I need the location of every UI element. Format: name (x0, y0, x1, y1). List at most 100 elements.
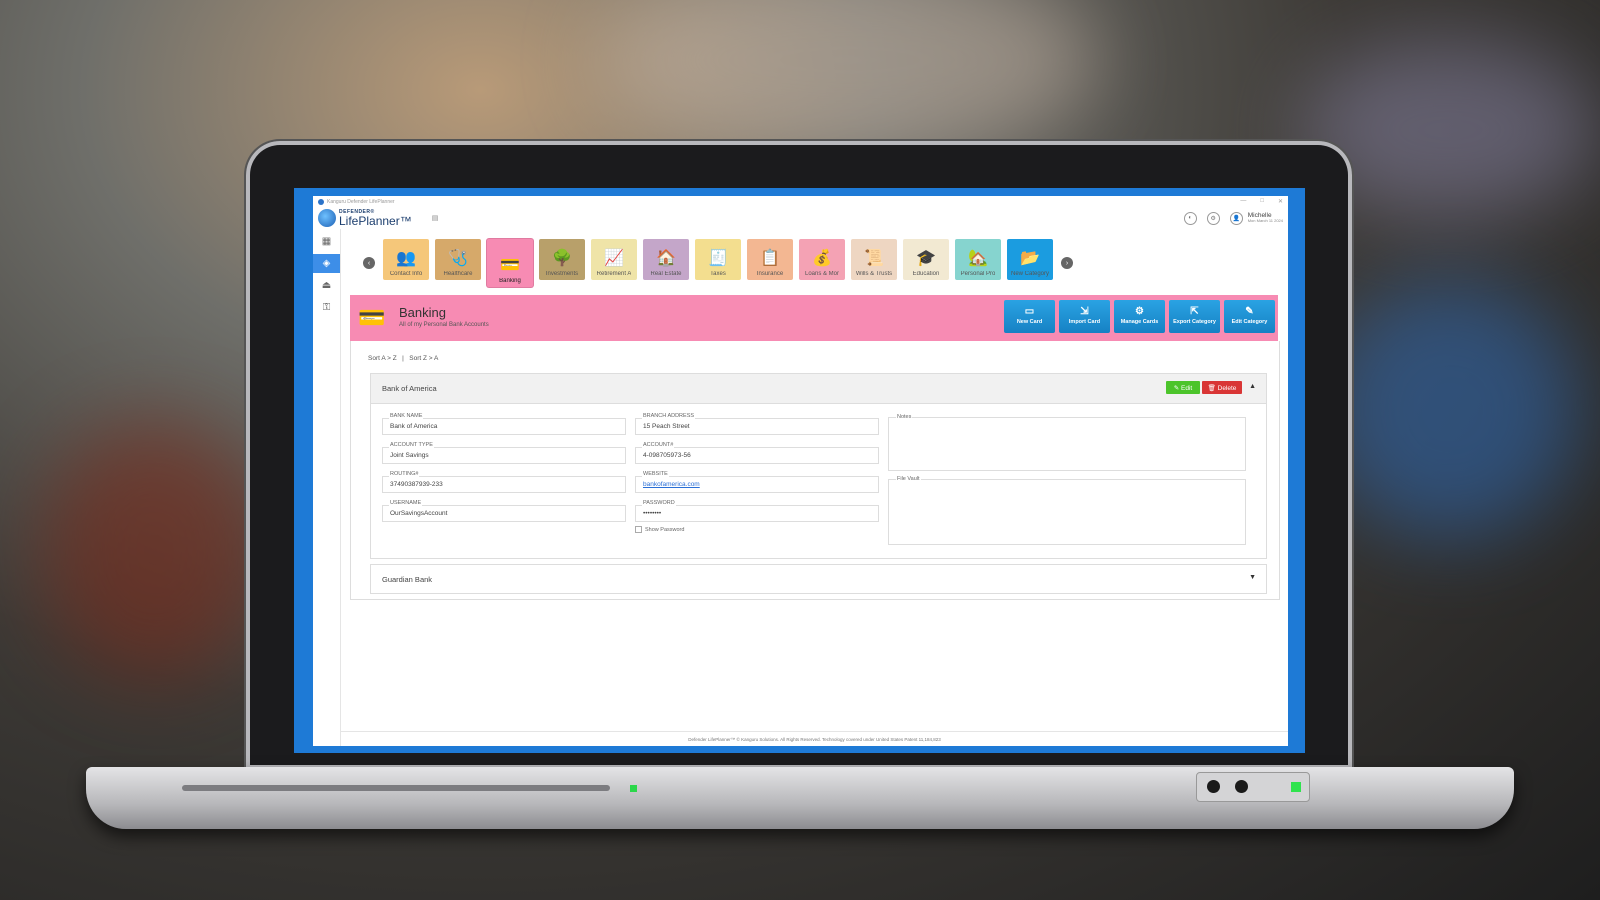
top-bar: DEFENDER® LifePlanner™ ▤ ◐ ⚙ 👤 Michelle … (313, 207, 1288, 229)
category-label: Wills & Trusts (855, 271, 893, 277)
action-label: Manage Cards (1120, 318, 1159, 325)
show-password-toggle[interactable]: Show Password (635, 526, 684, 533)
category-icon: 🩺 (448, 250, 468, 267)
bank-card-expanded: Bank of America ✎ Edit 🗑 Delete ▲ Bank o… (370, 373, 1267, 559)
account-type-field: Joint Savings ACCOUNT TYPE (382, 442, 628, 465)
category-tile[interactable]: 🏡 Personal Pro (955, 239, 1001, 280)
category-tile[interactable]: 🌳 Investments (539, 239, 585, 280)
bank-card-collapsed[interactable]: Guardian Bank ▼ (370, 564, 1267, 594)
sidebar-vault-icon[interactable]: ⏏ (313, 276, 340, 295)
port (1235, 780, 1248, 793)
logo-main: LifePlanner™ (339, 213, 412, 228)
user-date: Mon March 11 2024 (1247, 218, 1283, 224)
category-tile[interactable]: 💳 Banking (487, 239, 533, 287)
category-label: Insurance (756, 271, 784, 277)
app-window: Kanguru Defender LifePlanner — □ ✕ DEFEN… (313, 196, 1288, 746)
category-icon: 📜 (864, 250, 884, 267)
file-vault-label: File Vault (896, 476, 921, 482)
action-icon: ⚙ (1135, 306, 1144, 318)
carousel-next-icon[interactable]: › (1061, 257, 1073, 269)
action-button[interactable]: ⇱ Export Category (1169, 300, 1220, 333)
card-title: Bank of America (382, 384, 437, 393)
menu-toggle-icon[interactable]: ▤ (432, 214, 439, 222)
category-tile[interactable]: 📂 New Category (1007, 239, 1053, 280)
category-label: New Category (1010, 271, 1049, 277)
sort-za-link[interactable]: Sort Z > A (409, 355, 438, 362)
action-button[interactable]: ✎ Edit Category (1224, 300, 1275, 333)
category-label: Investments (545, 271, 579, 277)
action-icon: ▭ (1024, 306, 1035, 318)
category-icon: 🌳 (552, 250, 572, 267)
card-header[interactable]: Bank of America ✎ Edit 🗑 Delete ▲ (371, 374, 1266, 404)
sidebar-security-icon[interactable]: ⚿ (313, 298, 340, 317)
action-button[interactable]: ⚙ Manage Cards (1114, 300, 1165, 333)
routing-input[interactable]: 37490387939-233 (382, 476, 626, 493)
chevron-down-icon[interactable]: ▼ (1249, 574, 1256, 581)
edit-button[interactable]: ✎ Edit (1166, 381, 1200, 394)
globe-logo-icon (318, 209, 336, 227)
window-title: Kanguru Defender LifePlanner (327, 198, 395, 205)
action-button[interactable]: ⇲ Import Card (1059, 300, 1110, 333)
sidebar-categories-icon[interactable]: ◈ (313, 254, 340, 273)
category-icon: 🏡 (968, 250, 988, 267)
delete-button[interactable]: 🗑 Delete (1202, 381, 1242, 394)
maximize-button[interactable]: □ (1260, 198, 1264, 205)
category-tile[interactable]: 💰 Loans & Mor (799, 239, 845, 280)
laptop-screen: Kanguru Defender LifePlanner — □ ✕ DEFEN… (294, 188, 1305, 753)
banking-card-icon: 💳 (358, 305, 386, 330)
base-ports (1196, 772, 1310, 802)
sidebar-dashboard-icon[interactable]: ▦ (313, 232, 340, 251)
account-number-input[interactable]: 4-098705973-56 (635, 447, 879, 464)
routing-label: ROUTING# (389, 471, 420, 477)
close-button[interactable]: ✕ (1278, 198, 1283, 205)
branch-address-input[interactable]: 15 Peach Street (635, 418, 879, 435)
file-vault-dropzone[interactable]: File Vault (888, 476, 1246, 545)
bank-name-label: BANK NAME (389, 413, 424, 419)
website-link[interactable]: bankofamerica.com (635, 476, 879, 493)
sort-az-link[interactable]: Sort A > Z (368, 355, 397, 362)
password-field: •••••••• PASSWORD (635, 500, 881, 523)
category-tile[interactable]: 🧾 Taxes (695, 239, 741, 280)
category-icon: 📂 (1020, 250, 1040, 267)
power-led (630, 785, 637, 792)
settings-icon[interactable]: ⚙ (1206, 211, 1220, 225)
action-label: Edit Category (1231, 318, 1268, 325)
minimize-button[interactable]: — (1240, 198, 1246, 205)
user-menu[interactable]: 👤 Michelle Mon March 11 2024 (1229, 211, 1283, 225)
action-label: Export Category (1173, 318, 1216, 325)
category-tile[interactable]: 🩺 Healthcare (435, 239, 481, 280)
theme-toggle-icon[interactable]: ◐ (1183, 211, 1197, 225)
account-type-input[interactable]: Joint Savings (382, 447, 626, 464)
category-tile[interactable]: 📜 Wills & Trusts (851, 239, 897, 280)
category-tile[interactable]: 👥 Contact Info (383, 239, 429, 280)
category-label: Retirement A (596, 271, 632, 277)
category-tile[interactable]: 🏠 Real Estate (643, 239, 689, 280)
category-tile[interactable]: 🎓 Education (903, 239, 949, 280)
account-number-label: ACCOUNT# (642, 442, 675, 448)
username-input[interactable]: OurSavingsAccount (382, 505, 626, 522)
category-carousel: ‹ 👥 Contact Info 🩺 Healthcare 💳 Banking 🌳 Inves… (355, 239, 1081, 287)
chevron-up-icon[interactable]: ▲ (1249, 383, 1256, 390)
category-label: Education (912, 271, 940, 277)
category-tile[interactable]: 📈 Retirement A (591, 239, 637, 280)
base-slot (182, 785, 610, 791)
account-type-label: ACCOUNT TYPE (389, 442, 434, 448)
action-label: Import Card (1068, 318, 1101, 325)
category-icon: 📈 (604, 250, 624, 267)
notes-textarea[interactable]: Notes (888, 414, 1246, 471)
category-tile[interactable]: 📋 Insurance (747, 239, 793, 280)
bank-name-input[interactable]: Bank of America (382, 418, 626, 435)
carousel-prev-icon[interactable]: ‹ (363, 257, 375, 269)
show-password-checkbox[interactable] (635, 526, 642, 533)
category-label: Contact Info (389, 271, 423, 277)
show-password-label: Show Password (645, 526, 685, 533)
category-label: Loans & Mor (804, 271, 840, 277)
category-label: Healthcare (443, 271, 473, 277)
username-label: USERNAME (389, 500, 423, 506)
action-icon: ⇱ (1190, 306, 1199, 318)
password-input[interactable]: •••••••• (635, 505, 879, 522)
category-header: 💳 Banking All of my Personal Bank Accoun… (350, 295, 1278, 341)
action-button[interactable]: ▭ New Card (1004, 300, 1055, 333)
sidebar: ▦ ◈ ⏏ ⚿ (313, 229, 341, 746)
category-icon: 💳 (500, 257, 520, 274)
